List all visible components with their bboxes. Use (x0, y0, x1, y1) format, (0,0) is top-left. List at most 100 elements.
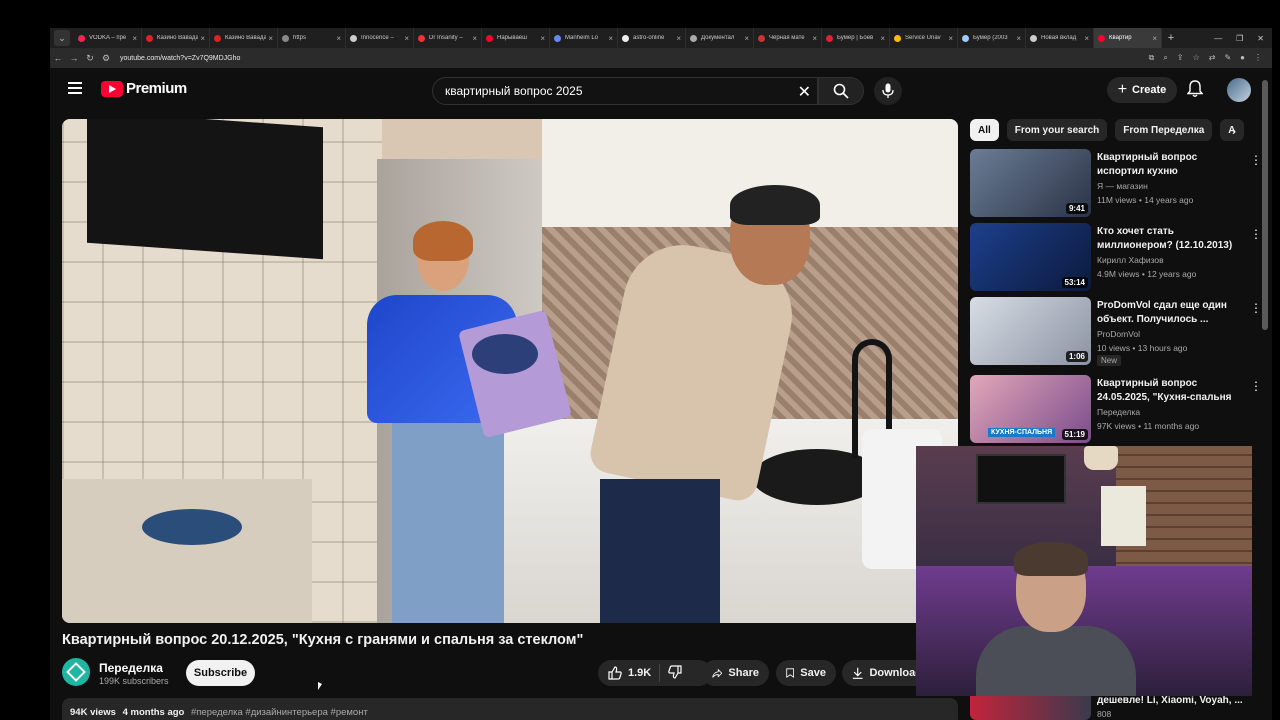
tab-search-icon[interactable]: ⌄ (54, 30, 70, 46)
channel-avatar[interactable] (62, 658, 90, 686)
browser-menu-icon[interactable]: ⋮ (1254, 53, 1262, 63)
channel-name[interactable]: Переделка (99, 661, 163, 675)
browser-tab[interactable]: VODKA – пре × (74, 28, 142, 48)
more-actions-icon[interactable]: ⋮ (1250, 301, 1262, 315)
rec-thumbnail[interactable] (970, 695, 1091, 720)
recommendation-item[interactable]: 1:06 ProDomVol сдал еще один объект. Полу… (970, 297, 1262, 367)
minimize-icon[interactable]: — (1214, 34, 1222, 43)
tab-close-icon[interactable]: × (404, 34, 409, 43)
guide-menu-icon[interactable] (68, 82, 82, 94)
rec-title[interactable]: Квартирный вопрос испортил кухню (1097, 151, 1247, 179)
reload-icon[interactable]: ↻ (82, 53, 98, 64)
browser-tab[interactable]: Service Unav × (890, 28, 958, 48)
extension-icon[interactable]: ✎ (1224, 53, 1231, 63)
clear-search-icon[interactable]: ✕ (798, 82, 811, 102)
recommendation-item[interactable]: 9:41 Квартирный вопрос испортил кухню Я — … (970, 149, 1262, 219)
rec-title[interactable]: Квартирный вопрос 24.05.2025, "Кухня-спа… (1097, 377, 1247, 405)
translate-icon[interactable]: ⇄ (1209, 53, 1216, 63)
browser-tab[interactable]: Новая вклад × (1026, 28, 1094, 48)
rec-thumbnail[interactable]: КУХНЯ-СПАЛЬНЯ 51:19 (970, 375, 1091, 443)
voice-search-button[interactable] (874, 77, 902, 105)
like-button[interactable]: 1.9K (608, 666, 651, 680)
tab-close-icon[interactable]: × (676, 34, 681, 43)
tab-close-icon[interactable]: × (744, 34, 749, 43)
open-in-app-icon[interactable]: ⧉ (1149, 53, 1155, 63)
tab-close-icon[interactable]: × (200, 34, 205, 43)
browser-tab[interactable]: Dr Insanity – × (414, 28, 482, 48)
tab-close-icon[interactable]: × (1016, 34, 1021, 43)
account-avatar[interactable] (1227, 78, 1251, 102)
rec-title[interactable]: дешевле! Li, Xiaomi, Voyah, ... (1097, 695, 1243, 706)
close-window-icon[interactable]: ✕ (1257, 34, 1264, 43)
webcam-overlay (916, 446, 1252, 696)
back-icon[interactable]: ← (50, 53, 66, 63)
page-scrollbar-thumb[interactable] (1262, 80, 1268, 330)
rec-title[interactable]: ProDomVol сдал еще один объект. Получило… (1097, 299, 1247, 327)
chip-from-channel[interactable]: From Переделка (1115, 119, 1213, 141)
search-input[interactable]: квартирный вопрос 2025 ✕ (432, 77, 818, 105)
rec-channel[interactable]: Кирилл Хафизов (1097, 255, 1164, 265)
hashtags[interactable]: #переделка #дизайнинтерьера #ремонт (191, 707, 368, 718)
bookmark-star-icon[interactable]: ☆ (1193, 53, 1200, 63)
new-tab-icon[interactable]: + (1162, 32, 1180, 44)
chip-from-your-search[interactable]: From your search (1006, 119, 1108, 141)
tab-close-icon[interactable]: × (132, 34, 137, 43)
tab-close-icon[interactable]: × (1084, 34, 1089, 43)
chevron-right-icon[interactable]: › (1232, 124, 1236, 138)
tab-close-icon[interactable]: × (948, 34, 953, 43)
rec-thumbnail[interactable]: 9:41 (970, 149, 1091, 217)
tab-close-icon[interactable]: × (472, 34, 477, 43)
tab-close-icon[interactable]: × (608, 34, 613, 43)
share-page-icon[interactable]: ⇪ (1177, 53, 1184, 63)
recommendation-item[interactable]: 53:14 Кто хочет стать миллионером? (12.10… (970, 223, 1262, 293)
browser-tab[interactable]: Документал × (686, 28, 754, 48)
video-player[interactable] (62, 119, 958, 623)
browser-tab[interactable]: Квартир × (1094, 28, 1162, 48)
browser-tab[interactable]: https × (278, 28, 346, 48)
rec-meta: 10 views • 13 hours ago (1097, 343, 1188, 353)
profile-icon[interactable]: ● (1240, 53, 1245, 63)
tab-close-icon[interactable]: × (268, 34, 273, 43)
browser-tab[interactable]: Manheim Lo × (550, 28, 618, 48)
more-actions-icon[interactable]: ⋮ (1250, 227, 1262, 241)
browser-tab[interactable]: Бумер | Боев × (822, 28, 890, 48)
browser-tab[interactable]: Казино Вавада × (210, 28, 278, 48)
tab-close-icon[interactable]: × (812, 34, 817, 43)
recommendation-partial[interactable]: дешевле! Li, Xiaomi, Voyah, ... 808 (970, 695, 1260, 720)
chip-all[interactable]: All (970, 119, 999, 141)
youtube-premium-logo[interactable]: Premium (101, 80, 187, 97)
tab-close-icon[interactable]: × (540, 34, 545, 43)
create-button[interactable]: + Create (1107, 77, 1177, 103)
rec-thumbnail[interactable]: 53:14 (970, 223, 1091, 291)
more-actions-icon[interactable]: ⋮ (1250, 153, 1262, 167)
dislike-button[interactable] (668, 664, 688, 682)
browser-tab[interactable]: Нарываеш × (482, 28, 550, 48)
tab-close-icon[interactable]: × (880, 34, 885, 43)
share-button[interactable]: Share (702, 660, 769, 686)
browser-tab[interactable]: Казино Вавада × (142, 28, 210, 48)
browser-tab[interactable]: Innocence – × (346, 28, 414, 48)
recommendation-item[interactable]: КУХНЯ-СПАЛЬНЯ 51:19 Квартирный вопрос 24.0… (970, 375, 1262, 445)
save-label: Save (800, 667, 826, 679)
more-actions-icon[interactable]: ⋮ (1250, 379, 1262, 393)
rec-thumbnail[interactable]: 1:06 (970, 297, 1091, 365)
maximize-icon[interactable]: ❐ (1236, 34, 1243, 43)
save-button[interactable]: Save (776, 660, 836, 686)
browser-tab[interactable]: Чёрная мате × (754, 28, 822, 48)
rec-channel[interactable]: ProDomVol (1097, 329, 1140, 339)
site-info-icon[interactable]: ⚙ (98, 53, 114, 64)
rec-channel[interactable]: Я — магазин (1097, 181, 1148, 191)
browser-tab[interactable]: astro-online × (618, 28, 686, 48)
zoom-icon[interactable]: ⌕ (1163, 53, 1167, 63)
url-field[interactable]: youtube.com/watch?v=Zv7Q9MDJGho (120, 55, 240, 62)
tab-close-icon[interactable]: × (1152, 34, 1157, 43)
description-box[interactable]: 94K views 4 months ago #переделка #дизай… (62, 698, 958, 720)
rec-title[interactable]: Кто хочет стать миллионером? (12.10.2013… (1097, 225, 1247, 253)
search-button[interactable] (818, 77, 864, 105)
forward-icon[interactable]: → (66, 53, 82, 63)
rec-channel[interactable]: Переделка (1097, 407, 1140, 417)
tab-close-icon[interactable]: × (336, 34, 341, 43)
browser-tab[interactable]: Бумер (2003 × (958, 28, 1026, 48)
subscribe-button[interactable]: Subscribe (186, 660, 255, 686)
notifications-bell-icon[interactable] (1186, 80, 1204, 103)
